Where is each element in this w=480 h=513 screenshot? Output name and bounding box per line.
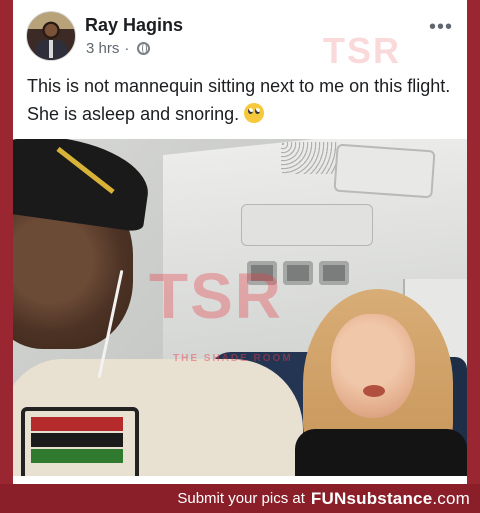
- shirt-print: [21, 407, 139, 476]
- watermark-top: TSR: [323, 30, 401, 71]
- footer-bar: Submit your pics at FUNsubstance.com: [0, 484, 480, 513]
- post-meta: 3 hrs ·: [86, 40, 151, 57]
- watermark-logo: TSR: [149, 260, 283, 332]
- watermark-caption: THE SHADE ROOM: [173, 353, 293, 364]
- brand-com: .com: [432, 488, 470, 508]
- post-body: This is not mannequin sitting next to me…: [27, 76, 451, 124]
- author-name[interactable]: Ray Hagins: [85, 15, 183, 36]
- card-bottom-edge: [13, 476, 467, 484]
- cap-stripe: [56, 146, 115, 194]
- overhead-light-panel: [333, 143, 436, 199]
- avatar-tie: [49, 40, 53, 58]
- footer-submit-text: Submit your pics at: [177, 490, 305, 507]
- reading-light: [319, 261, 349, 285]
- brand-fun: FUN: [310, 488, 347, 508]
- globe-icon[interactable]: [137, 42, 151, 55]
- woman-face: [331, 314, 415, 418]
- post-header: Ray Hagins 3 hrs · ••• TSR: [13, 0, 467, 71]
- rolling-eyes-emoji-icon: [244, 103, 265, 123]
- reading-light: [283, 261, 313, 285]
- woman-mouth: [363, 385, 385, 397]
- post-card: Ray Hagins 3 hrs · ••• TSR This is not m…: [13, 0, 467, 484]
- post-text: This is not mannequin sitting next to me…: [27, 72, 453, 128]
- post-photo[interactable]: TSR THE SHADE ROOM: [13, 139, 467, 476]
- overhead-bin: [241, 204, 373, 246]
- brand-substance: substance: [346, 488, 433, 508]
- meta-separator: ·: [124, 40, 130, 57]
- air-vent: [281, 142, 339, 174]
- more-options-icon[interactable]: •••: [429, 17, 453, 37]
- footer-brand-link[interactable]: FUNsubstance.com: [311, 489, 470, 509]
- woman-top: [295, 429, 467, 476]
- post-time[interactable]: 3 hrs: [86, 40, 119, 57]
- avatar[interactable]: [26, 11, 76, 61]
